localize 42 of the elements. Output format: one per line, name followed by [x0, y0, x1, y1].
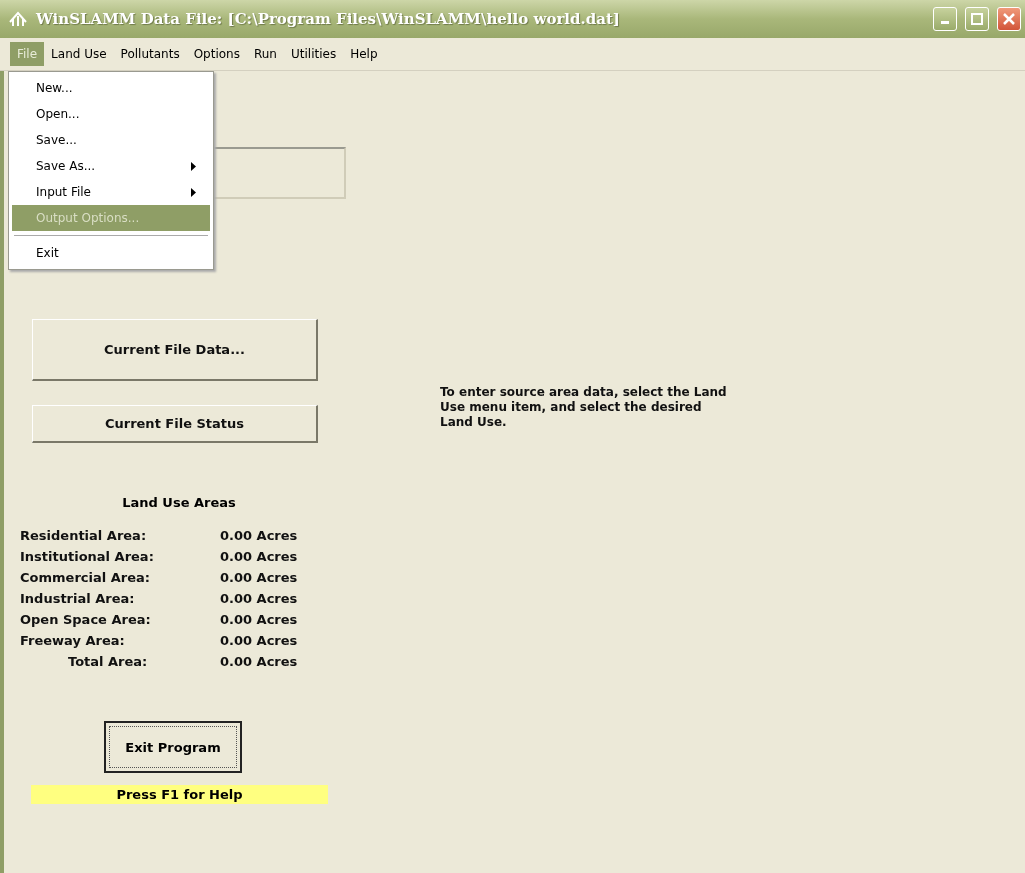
help-hint: Press F1 for Help	[31, 785, 328, 804]
area-label: Institutional Area:	[20, 549, 155, 564]
minimize-button[interactable]	[933, 7, 957, 31]
menu-item[interactable]: Help	[343, 42, 385, 66]
menu-item[interactable]: Land Use	[44, 42, 114, 66]
menu-item[interactable]: Run	[246, 42, 284, 66]
menu-entry[interactable]: Save As...	[12, 153, 210, 179]
close-icon	[1003, 13, 1015, 25]
area-value: 0.00 Acres	[220, 591, 299, 606]
exit-program-button[interactable]: Exit Program	[104, 721, 242, 773]
current-file-data-button[interactable]: Current File Data...	[32, 319, 318, 381]
section-title: Land Use Areas	[121, 495, 237, 510]
area-value: 0.00 Acres	[220, 612, 299, 627]
area-value: 0.00 Acres	[220, 570, 299, 585]
submenu-arrow-icon	[191, 187, 196, 197]
menu-entry[interactable]: Open...	[12, 101, 210, 127]
instruction-text: To enter source area data, select the Land Use menu item, and select the desired Land Use.	[440, 385, 728, 430]
maximize-button[interactable]	[965, 7, 989, 31]
close-button[interactable]	[997, 7, 1021, 31]
area-label: Freeway Area:	[20, 633, 126, 648]
area-label: Residential Area:	[20, 528, 148, 543]
menu-item[interactable]: Pollutants	[113, 42, 187, 66]
maximize-icon	[971, 13, 983, 25]
menu-entry[interactable]: Save...	[12, 127, 210, 153]
area-label: Commercial Area:	[20, 570, 151, 585]
area-label: Open Space Area:	[20, 612, 152, 627]
window-title: WinSLAMM Data File: [C:\Program Files\WinSLAMM\hello world.dat]	[36, 10, 621, 28]
area-value: 0.00 Acres	[220, 549, 299, 564]
menu-entry[interactable]: New...	[12, 75, 210, 101]
menu-entry[interactable]: Exit	[12, 240, 210, 266]
area-value: 0.00 Acres	[220, 654, 299, 669]
menu-item[interactable]: Options	[186, 42, 247, 66]
area-value: 0.00 Acres	[220, 633, 299, 648]
area-value: 0.00 Acres	[220, 528, 299, 543]
menu-entry[interactable]: Input File	[12, 179, 210, 205]
area-label: Total Area:	[67, 654, 149, 669]
current-file-status-button[interactable]: Current File Status	[32, 405, 318, 443]
area-label: Industrial Area:	[20, 591, 136, 606]
app-icon	[8, 10, 28, 28]
submenu-arrow-icon	[191, 161, 196, 171]
minimize-icon	[941, 21, 949, 24]
menu-item[interactable]: Utilities	[283, 42, 344, 66]
